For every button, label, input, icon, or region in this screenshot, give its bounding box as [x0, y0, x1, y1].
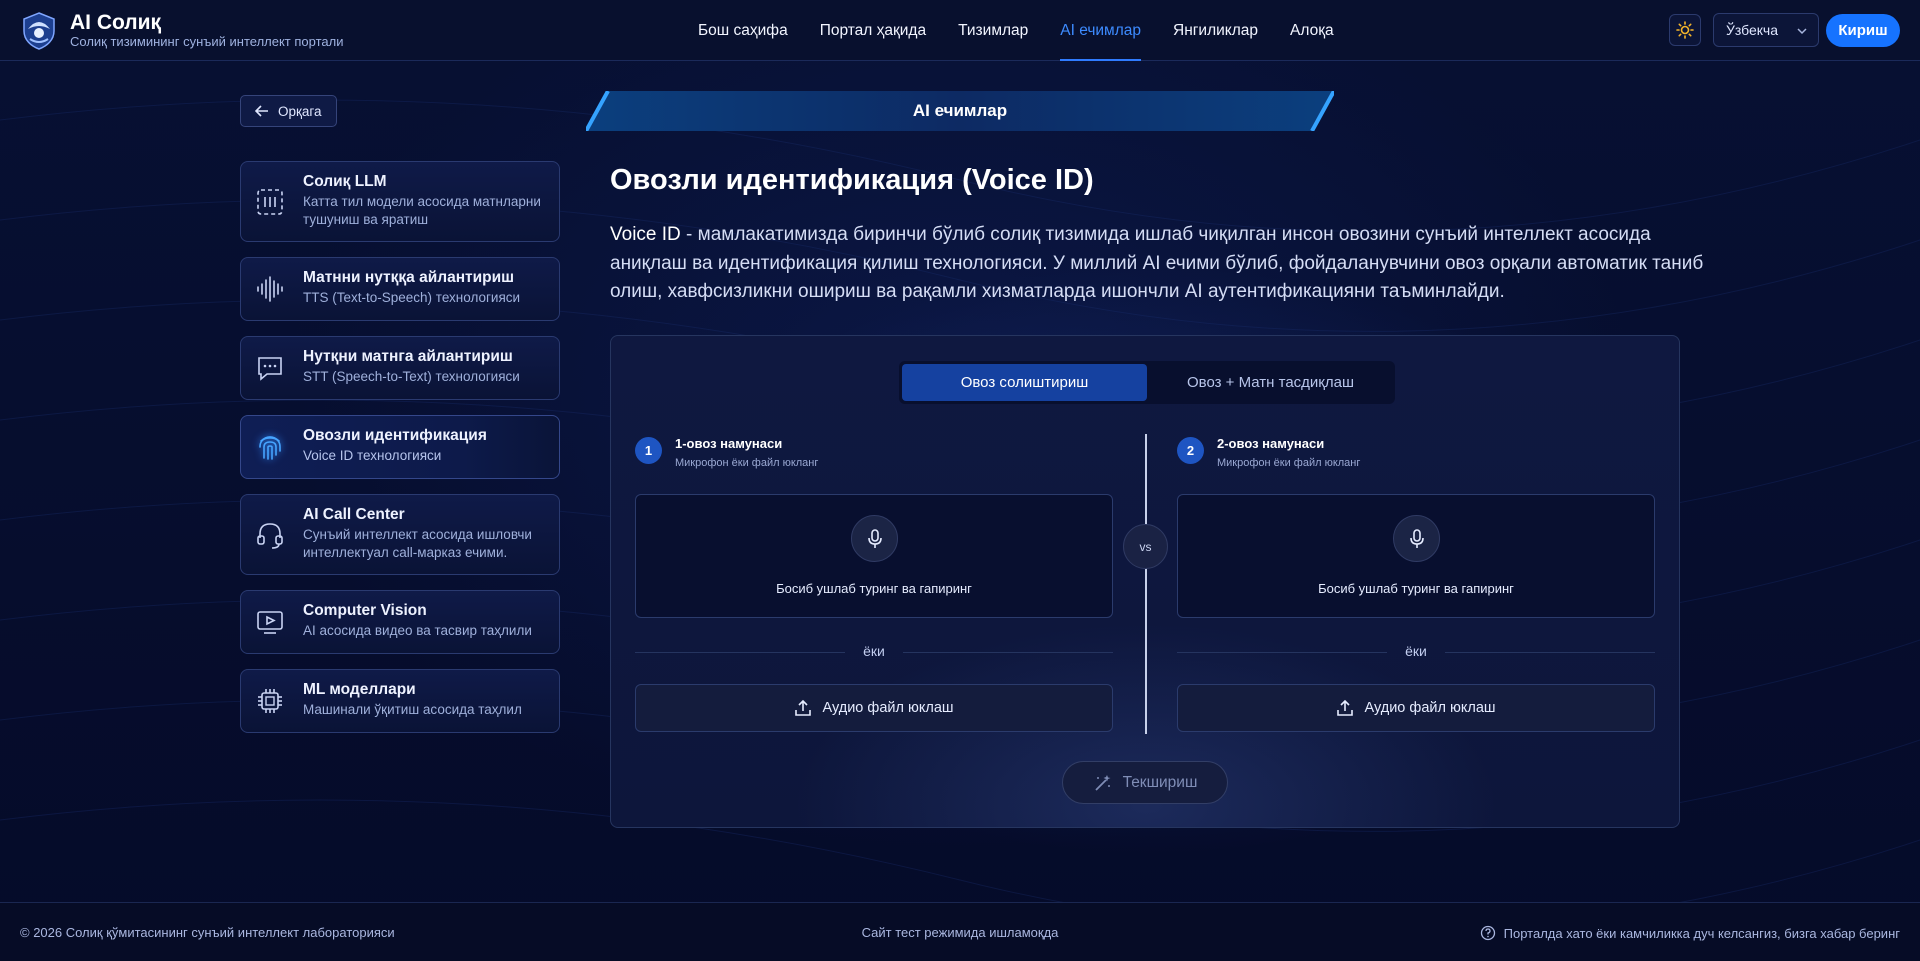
login-button[interactable]: Кириш [1826, 14, 1900, 47]
voice-compare-panel: Овоз солиштириш Овоз + Матн тасдиқлаш 1 … [610, 335, 1680, 828]
mode-tabs: Овоз солиштириш Овоз + Матн тасдиқлаш [899, 361, 1395, 404]
nav-systems[interactable]: Тизимлар [958, 0, 1028, 61]
sidebar-item-desc: Voice ID технологияси [303, 448, 442, 463]
sun-icon [1676, 21, 1694, 39]
sidebar-item-desc: TTS (Text-to-Speech) технологияси [303, 290, 521, 305]
sidebar-item-title: ML моделлари [303, 681, 416, 698]
arrow-left-icon [255, 105, 268, 117]
column-divider [1145, 434, 1147, 734]
record-area[interactable]: Босиб ушлаб туринг ва гапиринг [635, 494, 1113, 618]
record-hint: Босиб ушлаб туринг ва гапиринг [776, 581, 972, 596]
nav-news[interactable]: Янгиликлар [1173, 0, 1258, 61]
upload-audio-button[interactable]: Аудио файл юклаш [635, 684, 1113, 732]
step-badge: 1 [635, 437, 662, 464]
sidebar-item-title: Нутқни матнга айлантириш [303, 348, 513, 365]
back-button[interactable]: Орқага [240, 95, 337, 127]
sidebar-item-title: AI Call Center [303, 506, 405, 523]
sidebar-item-stt[interactable]: Нутқни матнга айлантириш STT (Speech-to-… [240, 336, 560, 400]
upload-audio-button[interactable]: Аудио файл юклаш [1177, 684, 1655, 732]
sample-title: 1-овоз намунаси [675, 436, 783, 451]
sidebar-item-title: Солиқ LLM [303, 173, 387, 190]
sample-subtitle: Микрофон ёки файл юкланг [675, 457, 819, 469]
record-area[interactable]: Босиб ушлаб туринг ва гапиринг [1177, 494, 1655, 618]
headset-icon [257, 522, 283, 549]
llm-icon [257, 188, 283, 215]
footer-report-link[interactable]: Порталда хато ёки камчиликка дуч келсанг… [1480, 925, 1900, 941]
sidebar-item-tts[interactable]: Матнни нутққа айлантириш TTS (Text-to-Sp… [240, 257, 560, 321]
tab-voice-text-verify[interactable]: Овоз + Матн тасдиқлаш [1149, 364, 1392, 401]
sidebar-item-title: Матнни нутққа айлантириш [303, 269, 515, 286]
top-header: AI Солиқ Солиқ тизимининг сунъий интелле… [0, 0, 1920, 61]
sidebar-item-ml-models[interactable]: ML моделлари Машинали ўқитиш асосида таҳ… [240, 669, 560, 733]
banner-title: AI ечимлар [912, 101, 1008, 120]
sidebar-item-title: Овозли идентификация [303, 427, 487, 444]
upload-label: Аудио файл юклаш [822, 700, 954, 716]
page-title: Овозли идентификация (Voice ID) [610, 164, 1094, 196]
fingerprint-icon [259, 436, 281, 460]
main-nav: Бош саҳифа Портал ҳақида Тизимлар AI ечи… [698, 0, 1334, 61]
footer: © 2026 Солиқ қўмитасининг сунъий интелле… [0, 902, 1920, 961]
step-badge: 2 [1177, 437, 1204, 464]
nav-contact[interactable]: Алоқа [1290, 0, 1334, 61]
vs-badge: vs [1123, 524, 1168, 569]
section-banner: AI ечимлар [586, 91, 1334, 131]
language-select[interactable]: Ўзбекча [1713, 13, 1819, 47]
upload-icon [795, 699, 812, 716]
upload-label: Аудио файл юклаш [1364, 700, 1496, 716]
or-label: ёки [863, 643, 885, 659]
chip-icon [258, 689, 282, 713]
sidebar-item-desc: STT (Speech-to-Text) технологияси [303, 369, 520, 384]
or-divider: ёки [635, 642, 1113, 662]
microphone-icon [1409, 528, 1424, 548]
chat-icon [258, 357, 282, 381]
chevron-down-icon [1797, 28, 1807, 35]
microphone-icon [867, 528, 882, 548]
magic-wand-icon [1094, 774, 1111, 791]
mic-button[interactable] [851, 515, 898, 562]
waveform-icon [257, 276, 283, 302]
description-text: - мамлакатимизда биринчи бўлиб солиқ тиз… [610, 224, 1704, 302]
sidebar-item-desc: Сунъий интеллект асосида ишловчи интелле… [303, 527, 532, 560]
or-label: ёки [1405, 643, 1427, 659]
sample-subtitle: Микрофон ёки файл юкланг [1217, 457, 1361, 469]
report-text: Порталда хато ёки камчиликка дуч келсанг… [1503, 925, 1900, 941]
brand-subtitle: Солиқ тизимининг сунъий интеллект портал… [70, 34, 344, 49]
sidebar-item-desc: Катта тил модели асосида матнларни тушун… [303, 194, 541, 227]
sidebar-item-desc: Машинали ўқитиш асосида таҳлил [303, 702, 522, 717]
nav-ai-solutions[interactable]: AI ечимлар [1060, 0, 1141, 61]
sidebar-item-title: Computer Vision [303, 602, 427, 619]
help-circle-icon [1480, 925, 1495, 941]
video-icon [257, 611, 283, 634]
tab-voice-compare[interactable]: Овоз солиштириш [902, 364, 1147, 401]
sidebar-item-llm[interactable]: Солиқ LLM Катта тил модели асосида матнл… [240, 161, 560, 242]
logo-icon[interactable] [18, 9, 60, 51]
nav-home[interactable]: Бош саҳифа [698, 0, 788, 61]
sample-title: 2-овоз намунаси [1217, 436, 1325, 451]
sidebar-item-desc: AI асосида видео ва тасвир таҳлили [303, 623, 532, 638]
sidebar-item-call-center[interactable]: AI Call Center Сунъий интеллект асосида … [240, 494, 560, 575]
description-highlight: Voice ID [610, 224, 681, 245]
page-description: Voice ID - мамлакатимизда биринчи бўлиб … [610, 221, 1710, 307]
theme-toggle-button[interactable] [1669, 14, 1701, 46]
sidebar-item-voice-id[interactable]: Овозли идентификация Voice ID технология… [240, 415, 560, 479]
language-value: Ўзбекча [1726, 22, 1779, 38]
back-label: Орқага [278, 103, 322, 119]
check-label: Текшириш [1122, 773, 1198, 791]
record-hint: Босиб ушлаб туринг ва гапиринг [1318, 581, 1514, 596]
brand-title[interactable]: AI Солиқ [70, 11, 161, 35]
upload-icon [1337, 699, 1354, 716]
check-button[interactable]: Текшириш [1062, 761, 1228, 804]
nav-about[interactable]: Портал ҳақида [820, 0, 926, 61]
sidebar-item-computer-vision[interactable]: Computer Vision AI асосида видео ва тасв… [240, 590, 560, 654]
mic-button[interactable] [1393, 515, 1440, 562]
or-divider: ёки [1177, 642, 1655, 662]
